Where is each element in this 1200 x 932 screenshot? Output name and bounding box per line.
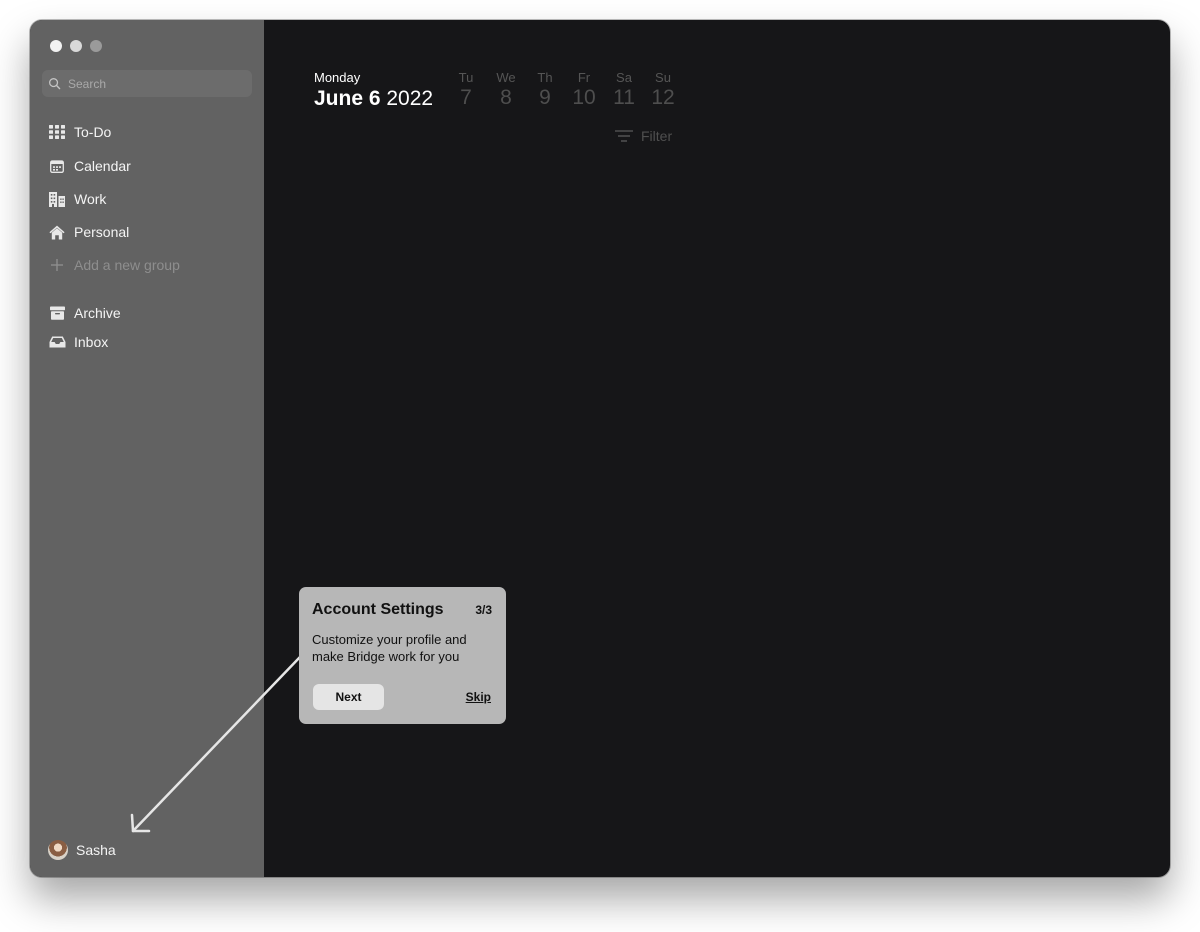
week-day-su[interactable]: Su 12	[643, 70, 683, 110]
sidebar-item-inbox[interactable]: Inbox	[48, 331, 108, 353]
search-input[interactable]	[66, 75, 240, 92]
grid-icon	[48, 123, 66, 141]
week-day-name: Sa	[616, 70, 632, 85]
week-day-fr[interactable]: Fr 10	[564, 70, 604, 110]
avatar	[48, 840, 68, 860]
calendar-icon	[48, 157, 66, 175]
week-day-number: 9	[539, 86, 551, 109]
onboarding-tooltip: Account Settings 3/3 Customize your prof…	[299, 587, 506, 724]
week-day-th[interactable]: Th 9	[525, 70, 565, 110]
week-day-name: Tu	[458, 70, 474, 85]
week-day-tu[interactable]: Tu 7	[446, 70, 486, 110]
filter-label: Filter	[641, 128, 673, 144]
skip-link[interactable]: Skip	[466, 690, 491, 704]
current-date: Monday June 6 2022	[314, 70, 433, 111]
week-day-number: 12	[651, 86, 675, 109]
archive-icon	[48, 304, 66, 322]
sidebar-item-label: Personal	[74, 224, 130, 240]
weekday-label: Monday	[314, 70, 361, 85]
week-day-we[interactable]: We 8	[486, 70, 526, 110]
user-name: Sasha	[76, 842, 116, 858]
sidebar-item-label: To-Do	[74, 124, 112, 140]
plus-icon	[48, 256, 66, 274]
filter-button[interactable]: Filter	[615, 128, 672, 144]
sidebar-item-archive[interactable]: Archive	[48, 302, 121, 324]
inbox-icon	[48, 333, 66, 351]
search-icon	[49, 78, 61, 90]
week-day-number: 7	[460, 86, 472, 109]
sidebar-item-label: Work	[74, 191, 107, 207]
year: 2022	[386, 87, 434, 110]
sidebar: To-Do Calendar	[30, 20, 264, 877]
main-panel: Monday June 6 2022 Tu 7 We 8 Th 9 Fr 10 …	[264, 20, 1170, 877]
sidebar-item-calendar[interactable]: Calendar	[48, 155, 131, 177]
tooltip-body-line: make Bridge work for you	[312, 649, 460, 664]
minimize-window-button[interactable]	[70, 40, 82, 52]
week-day-name: Th	[537, 70, 553, 85]
close-window-button[interactable]	[50, 40, 62, 52]
app-window: To-Do Calendar	[30, 20, 1170, 877]
sidebar-item-label: Archive	[74, 305, 121, 321]
zoom-window-button[interactable]	[90, 40, 102, 52]
sidebar-item-label: Inbox	[74, 334, 109, 350]
sidebar-item-personal[interactable]: Personal	[48, 221, 129, 243]
building-icon	[48, 190, 66, 208]
add-group-label: Add a new group	[74, 257, 180, 273]
add-group-button[interactable]: Add a new group	[48, 254, 180, 276]
tooltip-description: Customize your profile and make Bridge w…	[312, 631, 493, 665]
window-controls	[50, 40, 102, 52]
week-day-name: Fr	[577, 70, 591, 85]
home-icon	[48, 223, 66, 241]
filter-icon	[615, 130, 633, 142]
tooltip-body-line: Customize your profile and	[312, 632, 467, 647]
next-button[interactable]: Next	[313, 684, 384, 710]
sidebar-item-todo[interactable]: To-Do	[48, 121, 111, 143]
tooltip-title: Account Settings	[312, 601, 444, 618]
week-day-name: Su	[655, 70, 671, 85]
week-day-sa[interactable]: Sa 11	[604, 70, 644, 110]
week-day-name: We	[496, 70, 516, 85]
tooltip-step-counter: 3/3	[475, 603, 492, 617]
sidebar-item-label: Calendar	[74, 158, 131, 174]
user-profile[interactable]: Sasha	[48, 840, 116, 860]
search-box[interactable]	[42, 70, 252, 97]
week-day-number: 11	[613, 86, 635, 109]
sidebar-item-work[interactable]: Work	[48, 188, 106, 210]
week-day-number: 10	[572, 86, 596, 109]
month-day: June 6	[314, 87, 381, 110]
week-day-number: 8	[500, 86, 512, 109]
full-date: June 6 2022	[314, 87, 433, 111]
